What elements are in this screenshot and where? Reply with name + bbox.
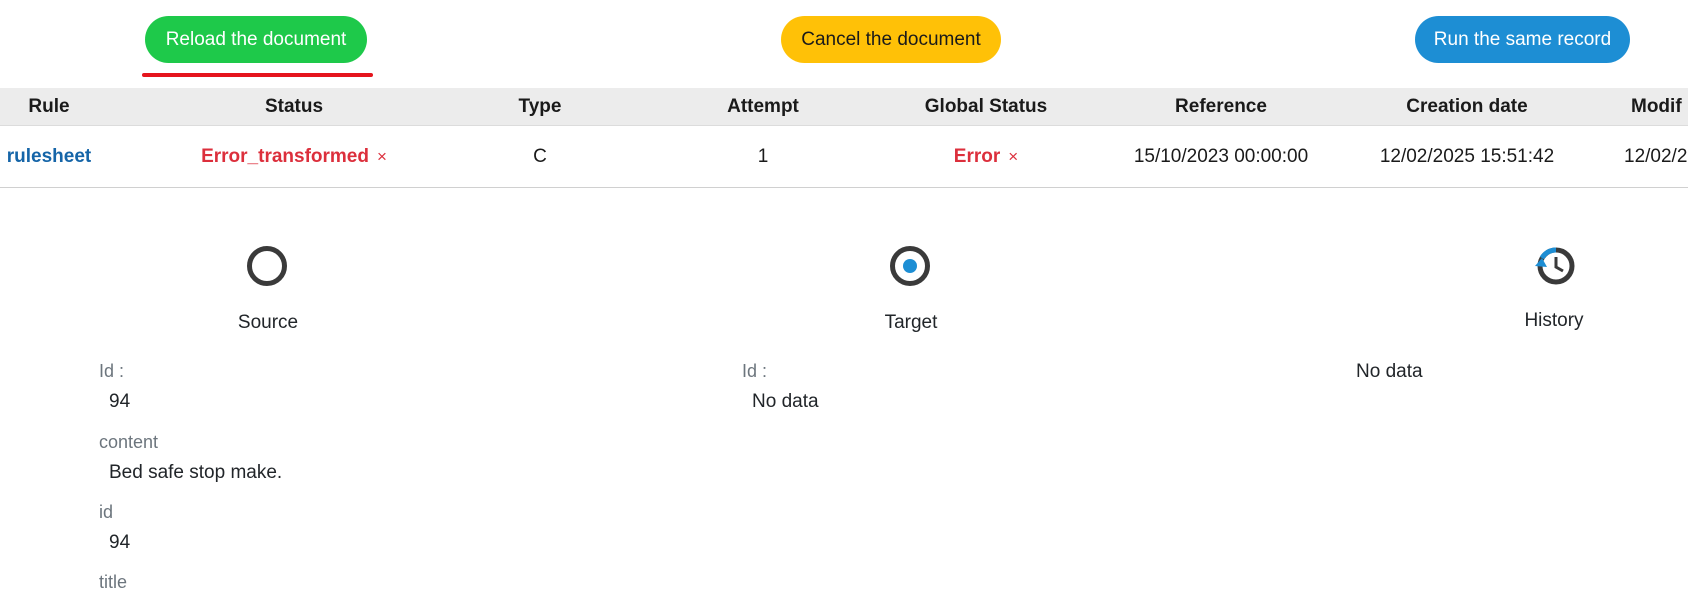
column-header-attempt[interactable]: Attempt [727,96,799,118]
rule-link[interactable]: rulesheet [7,146,91,168]
target-field-value: No data [752,391,819,412]
table-header: Rule Status Type Attempt Global Status R… [0,88,1688,126]
column-header-modification-date[interactable]: Modif [1631,96,1682,118]
history-title: History [1524,310,1584,331]
source-field-label: content [99,432,159,452]
empty-circle-icon[interactable] [246,245,288,287]
column-header-type[interactable]: Type [519,96,562,118]
column-header-rule[interactable]: Rule [28,96,69,118]
target-title: Target [884,312,938,333]
radio-target-icon[interactable] [889,245,931,287]
column-header-creation-date[interactable]: Creation date [1406,96,1527,118]
column-header-status[interactable]: Status [265,96,323,118]
reference-value: 15/10/2023 00:00:00 [1133,146,1309,167]
status-close-icon[interactable]: × [377,147,387,166]
history-icon[interactable] [1533,244,1577,288]
target-field-label: Id : [742,361,768,381]
history-empty-text: No data [1356,361,1423,382]
source-title: Source [237,312,299,333]
type-value: C [533,146,547,167]
source-field-label: id [99,502,114,522]
creation-date-value: 12/02/2025 15:51:42 [1379,146,1555,167]
source-field-value: 94 [109,391,131,412]
status-value: Error_transformed [201,146,369,167]
status-cell: Error_transformed × [201,146,387,168]
source-field-value: Bed safe stop make. [109,462,283,483]
source-field-label: Id : [99,361,125,381]
reload-document-button[interactable]: Reload the document [145,16,367,63]
global-status-cell: Error × [954,146,1018,168]
modification-date-value: 12/02/2 [1624,146,1688,167]
column-header-global-status[interactable]: Global Status [925,96,1047,118]
active-underline [142,73,373,77]
source-field-value: 94 [109,532,131,553]
table-row: rulesheet Error_transformed × C 1 Error × … [0,126,1688,188]
cancel-document-button[interactable]: Cancel the document [781,16,1001,63]
global-status-close-icon[interactable]: × [1008,147,1018,166]
attempt-value: 1 [757,146,769,167]
global-status-value: Error [953,146,1001,167]
column-header-reference[interactable]: Reference [1175,96,1267,118]
run-same-record-button[interactable]: Run the same record [1415,16,1630,63]
